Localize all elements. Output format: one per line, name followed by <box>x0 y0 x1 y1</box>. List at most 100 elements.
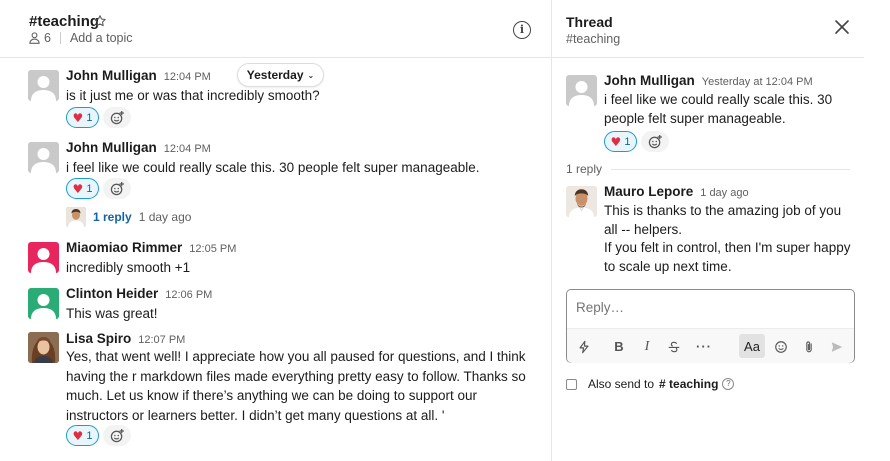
message-header: John Mulligan 12:04 PM <box>66 68 211 83</box>
timestamp[interactable]: 12:04 PM <box>164 143 211 155</box>
message-header: Lisa Spiro 12:07 PM <box>66 331 185 346</box>
reaction-count: 1 <box>86 429 93 442</box>
author-name[interactable]: Lisa Spiro <box>66 331 131 346</box>
avatar[interactable] <box>28 242 59 273</box>
message-header: John Mulligan 12:04 PM <box>66 140 211 155</box>
avatar[interactable] <box>566 186 597 217</box>
add-reaction-button[interactable] <box>103 178 131 199</box>
reply-count: 1 reply <box>566 162 603 176</box>
send-button[interactable] <box>829 336 845 357</box>
reaction-heart[interactable]: ♥ 1 <box>604 131 637 152</box>
channel-pane: #teaching 6 Add a topic i John Mulligan … <box>0 0 552 461</box>
also-send-option: Also send to # teaching ? <box>566 377 735 391</box>
reply-composer: B I ··· Aa <box>566 289 855 363</box>
message-text: Yes, that went well! I appreciate how yo… <box>66 349 526 423</box>
emoji-button[interactable] <box>773 336 789 357</box>
heart-icon: ♥ <box>72 110 84 125</box>
emoji-icon <box>775 340 787 353</box>
also-send-checkbox[interactable] <box>566 378 577 390</box>
info-icon[interactable]: i <box>513 21 531 39</box>
add-reaction-icon <box>110 181 124 196</box>
add-reaction-button[interactable] <box>641 131 669 152</box>
star-icon[interactable] <box>93 14 107 28</box>
help-icon[interactable]: ? <box>722 378 735 390</box>
add-reaction-icon <box>648 134 662 149</box>
add-reaction-icon <box>110 110 124 125</box>
strikethrough-button[interactable] <box>667 336 681 357</box>
avatar <box>66 207 86 227</box>
add-topic-link[interactable]: Add a topic <box>70 31 133 45</box>
timestamp[interactable]: 1 day ago <box>700 187 748 199</box>
reply-count-divider: 1 reply <box>566 162 850 176</box>
channel-name[interactable]: #teaching <box>29 13 99 30</box>
message-text: is it just me or was that incredibly smo… <box>66 88 320 103</box>
chevron-down-icon: ⌄ <box>307 70 315 80</box>
author-name[interactable]: John Mulligan <box>66 140 157 155</box>
divider <box>59 32 61 44</box>
avatar[interactable] <box>28 288 59 319</box>
thread-replies-link[interactable]: 1 reply 1 day ago <box>66 207 191 227</box>
close-icon[interactable] <box>834 19 850 35</box>
author-name[interactable]: John Mulligan <box>604 73 695 88</box>
lightning-icon <box>579 340 589 353</box>
message-text: This was great! <box>66 306 158 321</box>
also-send-label[interactable]: Also send to <box>588 377 654 391</box>
avatar[interactable] <box>28 332 59 363</box>
member-count[interactable]: 6 <box>44 31 51 45</box>
message-text: i feel like we could really scale this. … <box>604 92 833 126</box>
author-name[interactable]: Clinton Heider <box>66 286 158 301</box>
message-header: John Mulligan Yesterday at 12:04 PM <box>604 73 813 88</box>
message-line: This is thanks to the amazing job of you… <box>604 203 842 237</box>
reaction-count: 1 <box>86 182 93 195</box>
formatting-toggle-button[interactable]: Aa <box>739 334 765 358</box>
add-reaction-icon <box>110 428 124 443</box>
message-text: This is thanks to the amazing job of you… <box>604 202 854 276</box>
avatar[interactable] <box>566 75 597 106</box>
author-name[interactable]: Miaomiao Rimmer <box>66 240 182 255</box>
thread-channel[interactable]: #teaching <box>566 32 620 46</box>
attach-button[interactable] <box>801 336 817 357</box>
reply-input[interactable] <box>576 300 846 315</box>
thread-pane: Thread #teaching John Mulligan Yesterday… <box>552 0 890 461</box>
avatar[interactable] <box>28 142 59 173</box>
author-name[interactable]: John Mulligan <box>66 68 157 83</box>
message-header: Miaomiao Rimmer 12:05 PM <box>66 240 236 255</box>
reaction-heart[interactable]: ♥ 1 <box>66 425 99 446</box>
reply-count[interactable]: 1 reply <box>93 210 132 224</box>
send-icon <box>831 341 843 352</box>
more-icon[interactable]: ··· <box>696 336 712 357</box>
message-text: i feel like we could really scale this. … <box>66 160 480 175</box>
timestamp[interactable]: 12:06 PM <box>165 289 212 301</box>
person-icon <box>29 32 40 44</box>
heart-icon: ♥ <box>72 428 84 443</box>
timestamp[interactable]: 12:04 PM <box>164 71 211 83</box>
timestamp[interactable]: 12:07 PM <box>138 334 185 346</box>
formatting-toolbar: B I ··· Aa <box>567 328 854 363</box>
divider <box>611 168 850 170</box>
bold-icon[interactable]: B <box>612 336 626 357</box>
date-divider-pill[interactable]: Yesterday ⌄ <box>237 63 324 87</box>
reaction-heart[interactable]: ♥ 1 <box>66 178 99 199</box>
thread-header: Thread #teaching <box>552 0 864 58</box>
last-reply-time: 1 day ago <box>138 210 192 224</box>
attachment-icon <box>806 340 812 352</box>
shortcuts-button[interactable] <box>576 336 592 357</box>
add-reaction-button[interactable] <box>103 107 131 128</box>
author-name[interactable]: Mauro Lepore <box>604 184 693 199</box>
reaction-heart[interactable]: ♥ 1 <box>66 107 99 128</box>
italic-icon[interactable]: I <box>641 336 653 357</box>
channel-header: #teaching 6 Add a topic i <box>0 0 551 58</box>
reaction-count: 1 <box>624 135 631 148</box>
channel-meta: 6 Add a topic <box>29 31 133 45</box>
date-label: Yesterday <box>246 68 304 82</box>
timestamp[interactable]: Yesterday at 12:04 PM <box>702 76 813 88</box>
message-header: Mauro Lepore 1 day ago <box>604 184 749 199</box>
reaction-count: 1 <box>86 111 93 124</box>
strikethrough-icon <box>668 341 680 352</box>
also-send-channel[interactable]: # teaching <box>659 377 718 391</box>
avatar[interactable] <box>28 70 59 101</box>
message-line: If you felt in control, then I'm super h… <box>604 240 851 274</box>
heart-icon: ♥ <box>72 181 84 196</box>
timestamp[interactable]: 12:05 PM <box>189 243 236 255</box>
add-reaction-button[interactable] <box>103 425 131 446</box>
